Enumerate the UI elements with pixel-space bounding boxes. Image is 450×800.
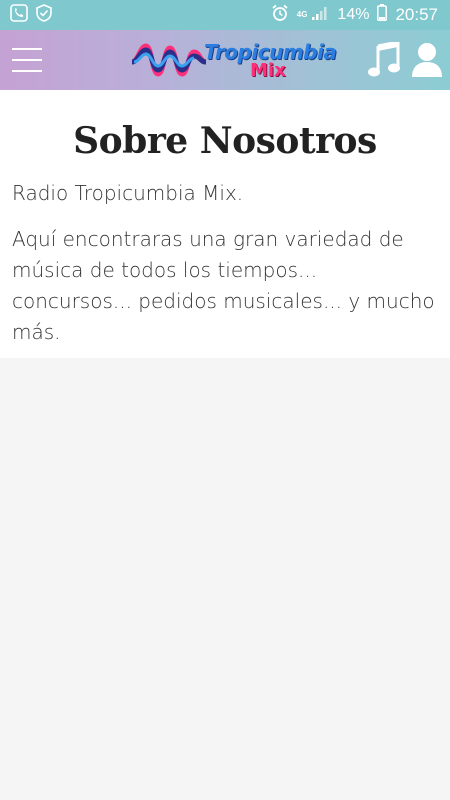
user-icon [412, 43, 442, 77]
music-button[interactable] [368, 40, 400, 78]
clock: 20:57 [395, 5, 438, 24]
shield-icon [36, 3, 52, 27]
hamburger-icon [12, 48, 42, 50]
logo-subtitle: Mix [250, 60, 286, 81]
paragraph-intro: Radio Tropicumbia Mix. [12, 181, 244, 205]
menu-button[interactable] [12, 48, 42, 72]
status-bar-right: 4G 14% 20:57 [271, 4, 438, 27]
paragraph-description: Aquí encontraras una gran variedad de mú… [12, 227, 435, 344]
status-bar: 4G 14% 20:57 [0, 0, 450, 30]
hamburger-line [12, 70, 42, 72]
user-button[interactable] [410, 41, 444, 79]
battery-percent: 14% [337, 6, 370, 23]
app-bar: Tropicumbia Mix [0, 30, 450, 90]
status-bar-left [10, 3, 52, 27]
page-title: Sobre Nosotros [73, 120, 377, 162]
hamburger-line [12, 59, 42, 61]
music-note-icon [368, 40, 400, 77]
about-content: Sobre Nosotros Radio Tropicumbia Mix. Aq… [0, 90, 450, 358]
signal-icon [311, 5, 329, 26]
soundwave-icon [131, 43, 207, 77]
app-logo: Tropicumbia Mix [130, 36, 337, 86]
network-type: 4G [296, 9, 308, 19]
alarm-icon [271, 4, 289, 27]
phone-icon [10, 3, 28, 27]
battery-icon [377, 4, 388, 26]
